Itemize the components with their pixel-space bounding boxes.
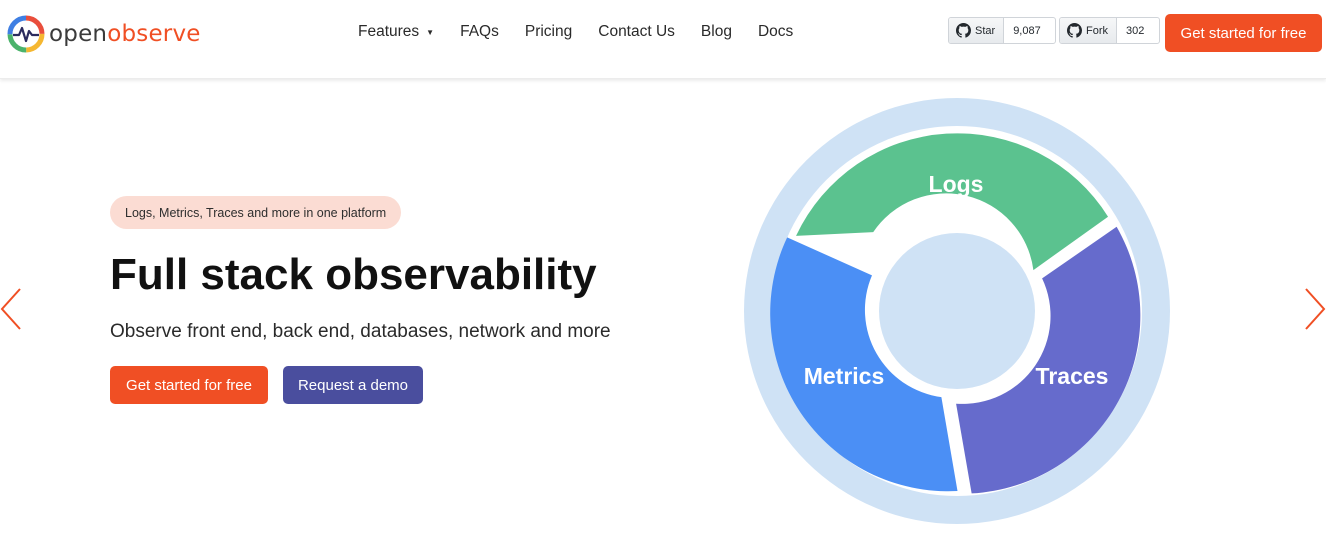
chevron-right-icon[interactable] bbox=[1304, 287, 1326, 331]
nav-item-faqs[interactable]: FAQs bbox=[460, 23, 499, 41]
wheel-label-metrics: Metrics bbox=[804, 363, 885, 389]
github-icon bbox=[1067, 23, 1082, 38]
chevron-left-icon[interactable] bbox=[0, 287, 22, 331]
nav-item-contact[interactable]: Contact Us bbox=[598, 23, 675, 41]
get-started-button[interactable]: Get started for free bbox=[110, 366, 268, 404]
nav-item-blog[interactable]: Blog bbox=[701, 23, 732, 41]
wheel-center bbox=[879, 233, 1035, 389]
nav-item-docs[interactable]: Docs bbox=[758, 23, 793, 41]
logo[interactable]: openobserve bbox=[7, 15, 201, 53]
github-star-button[interactable]: Star 9,087 bbox=[948, 17, 1056, 44]
github-fork-label: Fork bbox=[1060, 18, 1117, 43]
main-nav: Features ▼ FAQs Pricing Contact Us Blog … bbox=[358, 23, 819, 41]
nav-item-features[interactable]: Features ▼ bbox=[358, 23, 434, 41]
logo-wordmark: openobserve bbox=[49, 21, 201, 47]
github-icon bbox=[956, 23, 971, 38]
nav-item-label: Pricing bbox=[524, 23, 573, 40]
hero-title: Full stack observability bbox=[110, 250, 597, 299]
wheel-label-logs: Logs bbox=[929, 171, 984, 197]
header-get-started-button[interactable]: Get started for free bbox=[1165, 14, 1322, 52]
wheel-label-traces: Traces bbox=[1036, 363, 1109, 389]
caret-down-icon: ▼ bbox=[426, 28, 435, 37]
nav-item-label: Blog bbox=[700, 23, 732, 40]
request-demo-button[interactable]: Request a demo bbox=[283, 366, 423, 404]
star-label: Star bbox=[975, 24, 996, 37]
logo-text-observe: observe bbox=[107, 21, 201, 47]
nav-item-label: FAQs bbox=[460, 23, 499, 40]
star-count[interactable]: 9,087 bbox=[1004, 18, 1050, 43]
github-fork-button[interactable]: Fork 302 bbox=[1059, 17, 1160, 44]
openobserve-logo-icon bbox=[7, 15, 45, 53]
hero-subtitle: Observe front end, back end, databases, … bbox=[110, 321, 611, 342]
nav-item-pricing[interactable]: Pricing bbox=[525, 23, 572, 41]
observability-wheel: Logs Traces Metrics bbox=[744, 98, 1170, 524]
nav-item-label: Docs bbox=[757, 23, 794, 40]
fork-label: Fork bbox=[1086, 24, 1108, 37]
site-header: openobserve Features ▼ FAQs Pricing Cont… bbox=[0, 0, 1326, 79]
hero-badge: Logs, Metrics, Traces and more in one pl… bbox=[110, 196, 402, 229]
logo-text-open: open bbox=[49, 21, 108, 47]
fork-count[interactable]: 302 bbox=[1117, 18, 1154, 43]
nav-item-label: Features bbox=[358, 23, 420, 40]
nav-item-label: Contact Us bbox=[598, 23, 675, 40]
github-star-label: Star bbox=[949, 18, 1005, 43]
